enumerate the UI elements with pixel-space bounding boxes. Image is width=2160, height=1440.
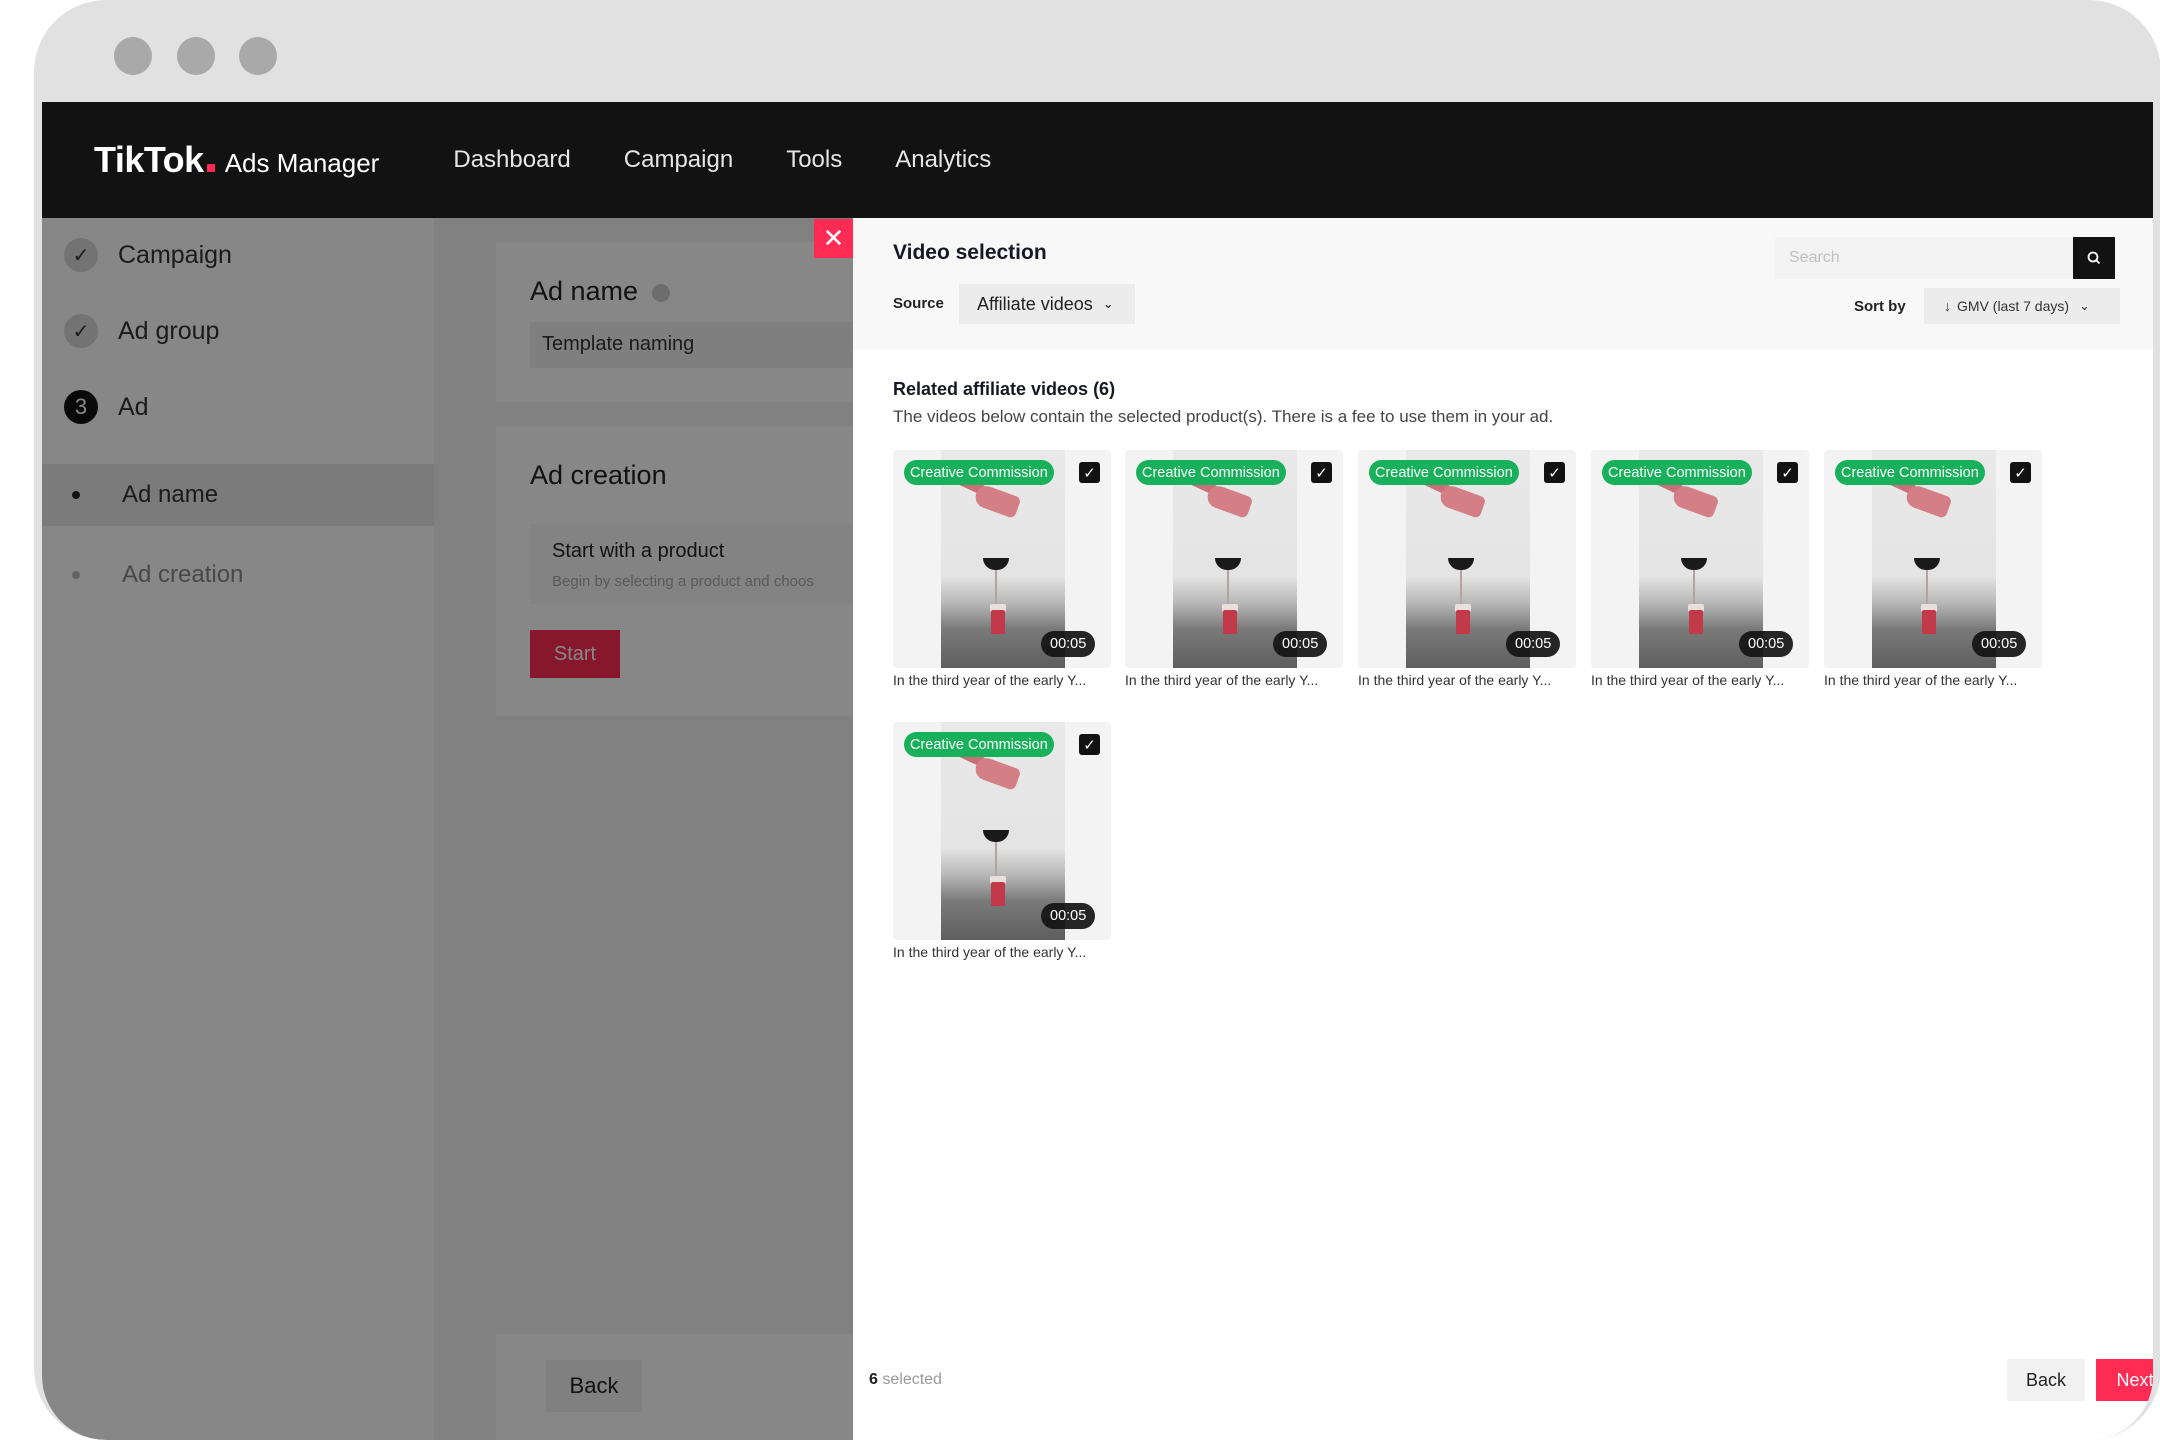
next-button[interactable]: Next [2096, 1359, 2153, 1401]
app-screen: TikTok Ads Manager Dashboard Campaign To… [42, 102, 2153, 1440]
selected-label: selected [882, 1371, 942, 1388]
creative-commission-badge: Creative Commission [1602, 460, 1752, 485]
checkbox-checked-icon[interactable]: ✓ [1079, 734, 1100, 755]
chevron-down-icon: ⌄ [1102, 296, 1114, 311]
video-thumbnail: Creative Commission ✓ 00:05 [1125, 450, 1343, 668]
video-thumbnail: Creative Commission ✓ 00:05 [893, 450, 1111, 668]
video-caption: In the third year of the early Y... [893, 672, 1087, 688]
video-caption: In the third year of the early Y... [1591, 672, 1785, 688]
sort-label: Sort by [1854, 298, 1906, 315]
video-caption: In the third year of the early Y... [893, 944, 1087, 960]
duration-label: 00:05 [1972, 631, 2027, 657]
modal-backdrop[interactable] [42, 218, 853, 1440]
creative-commission-badge: Creative Commission [1835, 460, 1985, 485]
creative-commission-badge: Creative Commission [904, 460, 1054, 485]
search-button[interactable] [2073, 237, 2115, 279]
close-icon[interactable]: ✕ [814, 219, 853, 258]
duration-label: 00:05 [1506, 631, 1561, 657]
video-card[interactable]: Creative Commission ✓ 00:05 In the third… [1824, 450, 2042, 690]
video-caption: In the third year of the early Y... [1358, 672, 1552, 688]
sort-dropdown[interactable]: ↓ GMV (last 7 days) ⌄ [1924, 288, 2120, 324]
creative-commission-badge: Creative Commission [904, 732, 1054, 757]
video-card[interactable]: Creative Commission ✓ 00:05 In the third… [1125, 450, 1343, 690]
window-titlebar [34, 0, 2160, 102]
checkbox-checked-icon[interactable]: ✓ [2010, 462, 2031, 483]
checkbox-checked-icon[interactable]: ✓ [1544, 462, 1565, 483]
video-card[interactable]: Creative Commission ✓ 00:05 In the third… [1591, 450, 1809, 690]
creative-commission-badge: Creative Commission [1136, 460, 1286, 485]
back-button[interactable]: Back [2007, 1359, 2085, 1401]
related-videos-title: Related affiliate videos (6) [893, 379, 1116, 399]
nav-dashboard[interactable]: Dashboard [453, 146, 570, 174]
duration-label: 00:05 [1041, 631, 1096, 657]
search-icon [2087, 251, 2101, 265]
logo[interactable]: TikTok Ads Manager [94, 139, 379, 181]
video-caption: In the third year of the early Y... [1125, 672, 1319, 688]
video-thumbnail: Creative Commission ✓ 00:05 [1591, 450, 1809, 668]
nav-analytics[interactable]: Analytics [895, 146, 991, 174]
window-minimize-dot[interactable] [177, 37, 215, 75]
panel-title: Video selection [893, 241, 1047, 264]
window-maximize-dot[interactable] [239, 37, 277, 75]
duration-label: 00:05 [1739, 631, 1794, 657]
sort-value: GMV (last 7 days) [1957, 298, 2070, 314]
source-label: Source [893, 295, 944, 312]
video-thumbnail: Creative Commission ✓ 00:05 [1824, 450, 2042, 668]
video-selection-panel: Video selection Source Affiliate videos … [853, 218, 2153, 1440]
video-thumbnail: Creative Commission ✓ 00:05 [1358, 450, 1576, 668]
chevron-down-icon: ⌄ [2079, 298, 2090, 313]
search-input[interactable] [1775, 237, 2073, 279]
checkbox-checked-icon[interactable]: ✓ [1777, 462, 1798, 483]
source-value: Affiliate videos [977, 293, 1093, 314]
selected-count: 6 selected [869, 1371, 942, 1389]
main-nav: Dashboard Campaign Tools Analytics [453, 146, 991, 174]
window-close-dot[interactable] [114, 37, 152, 75]
video-card[interactable]: Creative Commission ✓ 00:05 In the third… [893, 450, 1111, 690]
logo-dot-icon [206, 164, 215, 172]
arrow-down-icon: ↓ [1944, 298, 1951, 314]
source-dropdown[interactable]: Affiliate videos ⌄ [959, 284, 1135, 324]
duration-label: 00:05 [1041, 903, 1096, 929]
related-videos-description: The videos below contain the selected pr… [893, 407, 1554, 426]
browser-frame: TikTok Ads Manager Dashboard Campaign To… [34, 0, 2160, 1440]
search-box [1775, 237, 2115, 279]
top-nav: TikTok Ads Manager Dashboard Campaign To… [42, 102, 2153, 218]
video-thumbnail: Creative Commission ✓ 00:05 [893, 722, 1111, 940]
creative-commission-badge: Creative Commission [1369, 460, 1519, 485]
selected-number: 6 [869, 1371, 878, 1388]
video-caption: In the third year of the early Y... [1824, 672, 2018, 688]
nav-campaign[interactable]: Campaign [624, 146, 733, 174]
video-card[interactable]: Creative Commission ✓ 00:05 In the third… [1358, 450, 1576, 690]
panel-footer: 6 selected Back Next [853, 1334, 2153, 1440]
video-card[interactable]: Creative Commission ✓ 00:05 In the third… [893, 722, 1111, 962]
panel-header: Video selection Source Affiliate videos … [853, 218, 2153, 350]
checkbox-checked-icon[interactable]: ✓ [1311, 462, 1332, 483]
logo-wordmark: TikTok [94, 139, 204, 180]
duration-label: 00:05 [1273, 631, 1328, 657]
nav-tools[interactable]: Tools [786, 146, 842, 174]
checkbox-checked-icon[interactable]: ✓ [1079, 462, 1100, 483]
logo-subtitle: Ads Manager [224, 148, 380, 178]
